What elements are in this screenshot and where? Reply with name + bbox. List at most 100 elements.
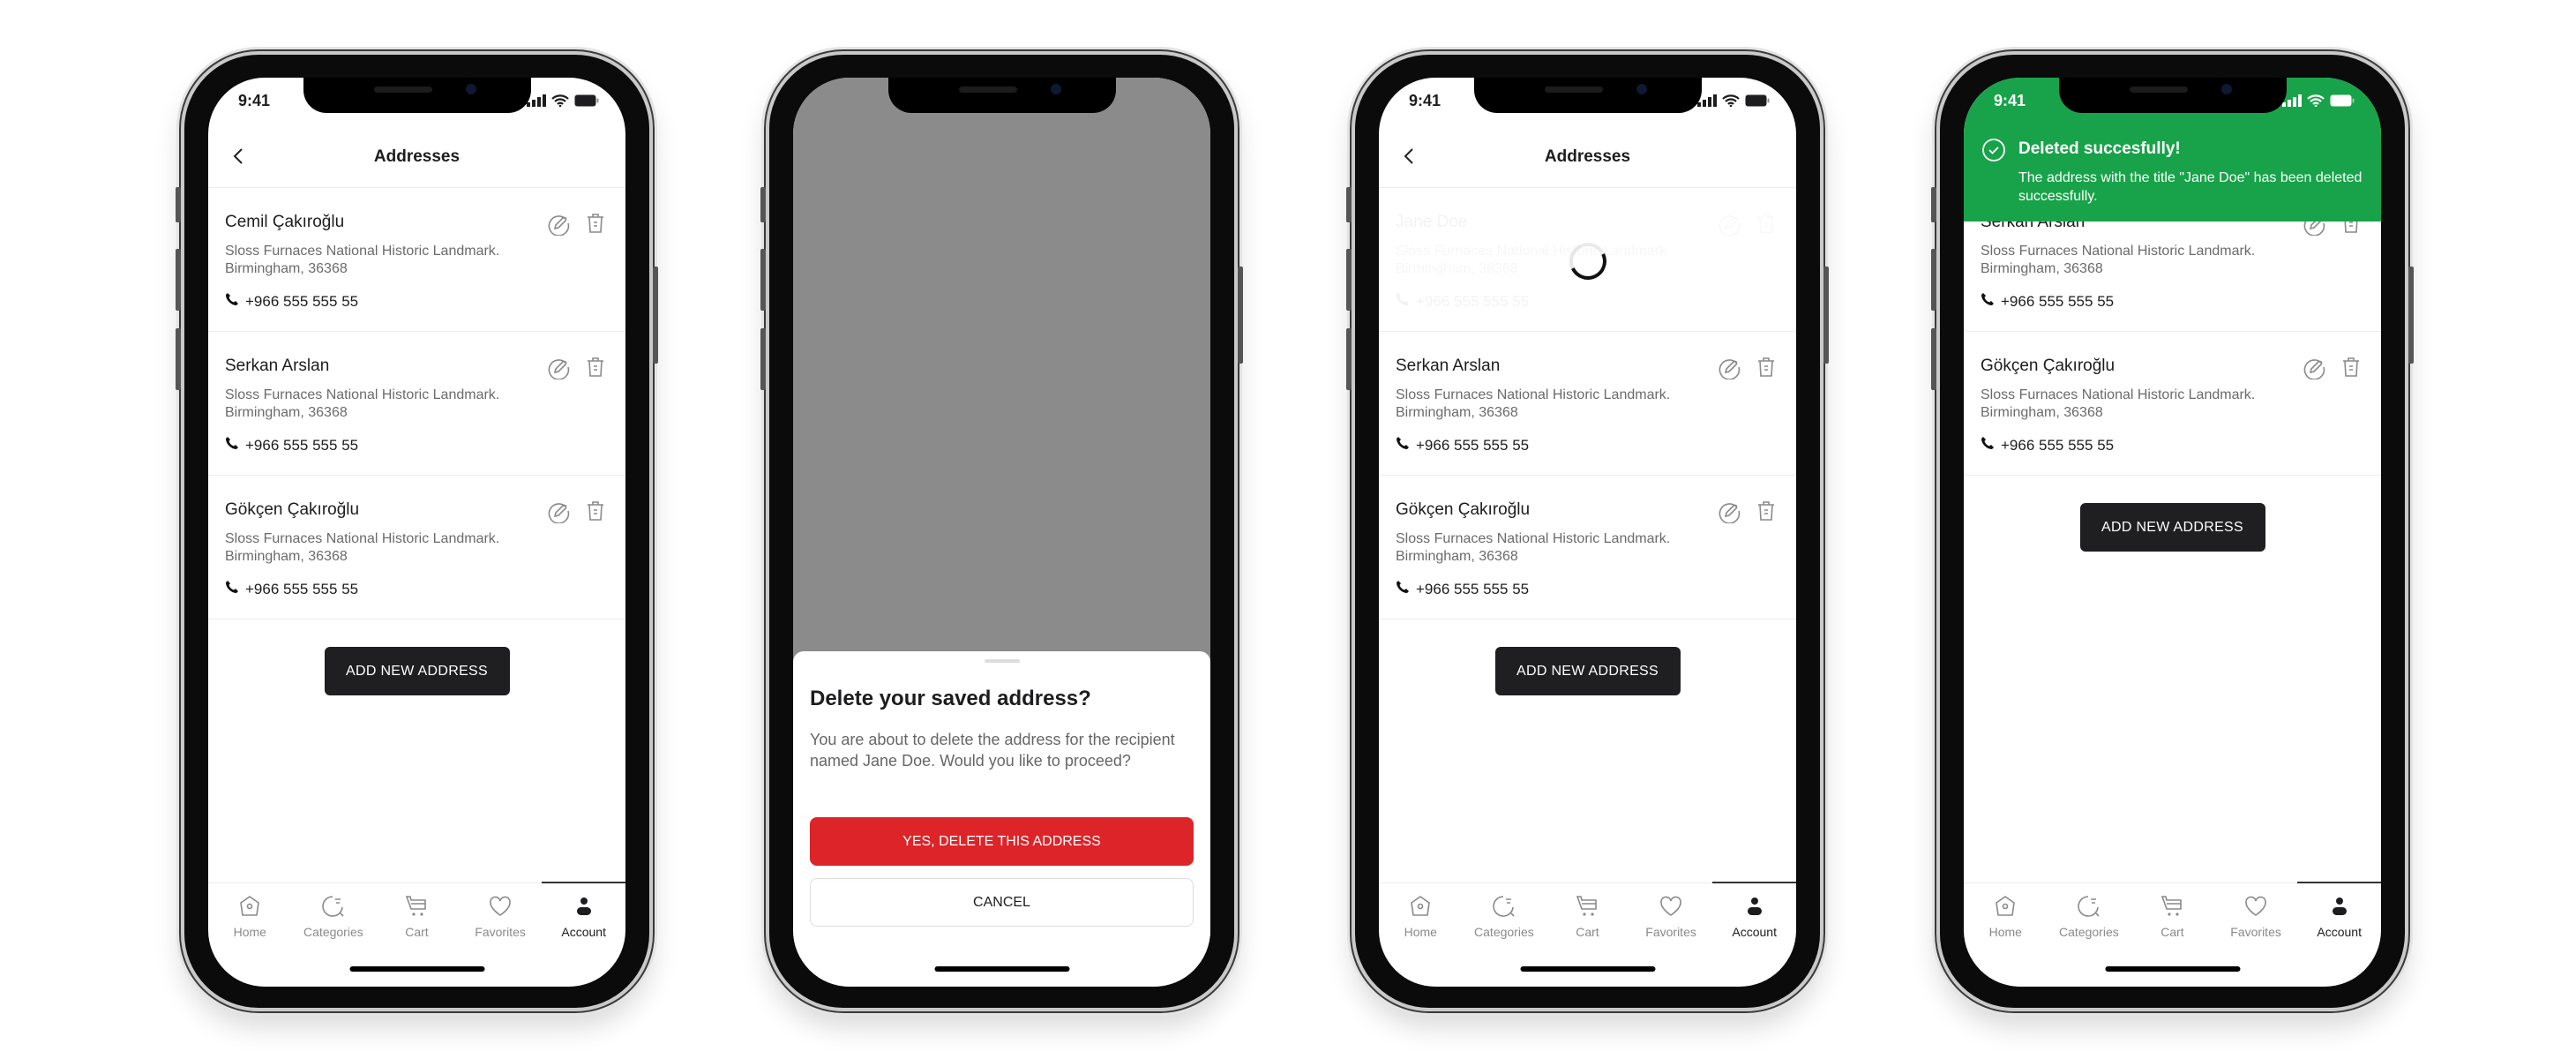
tab-home[interactable]: Home — [208, 883, 292, 953]
tab-label: Cart — [2160, 925, 2184, 939]
edit-address-button[interactable] — [2302, 355, 2326, 380]
tab-cart[interactable]: Cart — [2130, 883, 2214, 953]
address-card[interactable]: Serkan Arslan Sloss Furnaces National His… — [208, 332, 625, 476]
status-time: 9:41 — [1994, 92, 2026, 109]
dialog-body: You are about to delete the address for … — [810, 731, 1175, 770]
tab-cart[interactable]: Cart — [375, 883, 459, 953]
add-new-address-button[interactable]: ADD NEW ADDRESS — [2079, 503, 2265, 552]
tab-cart[interactable]: Cart — [1546, 883, 1629, 953]
home-icon — [1408, 894, 1433, 925]
edit-address-button[interactable] — [546, 355, 571, 380]
edit-address-button[interactable] — [546, 499, 571, 524]
status-time: 9:41 — [1409, 92, 1442, 109]
tab-favorites[interactable]: Favorites — [1629, 883, 1713, 953]
address-line-2: Birmingham, 36368 — [1396, 549, 1518, 564]
address-phone: +966 555 555 55 — [1396, 292, 1529, 311]
address-phone: +966 555 555 55 — [1396, 436, 1529, 454]
address-card[interactable]: Cemil Çakıroğlu Sloss Furnaces National H… — [208, 188, 625, 332]
confirm-delete-button[interactable]: YES, DELETE THIS ADDRESS — [810, 817, 1194, 866]
cancel-button[interactable]: CANCEL — [810, 878, 1194, 927]
address-name: Serkan Arslan — [1396, 357, 1501, 375]
tab-label: Cart — [1576, 925, 1599, 939]
heart-icon — [2243, 894, 2268, 925]
tab-favorites[interactable]: Favorites — [2214, 883, 2298, 953]
delete-address-button[interactable] — [583, 211, 608, 236]
tab-home[interactable]: Home — [1964, 883, 2048, 953]
tab-favorites[interactable]: Favorites — [459, 883, 543, 953]
bottom-tab-bar: Home Categories Cart Favorites Account — [1964, 882, 2381, 953]
signal-icon — [2282, 94, 2302, 111]
phone-icon — [1396, 580, 1410, 598]
edit-address-button[interactable] — [546, 211, 571, 237]
phone-icon — [1396, 436, 1410, 454]
address-card[interactable]: Gökçen Çakıroğlu Sloss Furnaces National … — [208, 476, 625, 620]
address-line-2: Birmingham, 36368 — [1396, 261, 1518, 276]
phone-icon — [225, 436, 239, 454]
side-button — [176, 249, 181, 311]
tab-account[interactable]: Account — [2297, 882, 2381, 953]
address-line-2: Birmingham, 36368 — [225, 549, 348, 564]
status-icons — [2282, 94, 2355, 111]
tab-account[interactable]: Account — [1712, 882, 1796, 953]
tab-categories[interactable]: Categories — [2048, 883, 2131, 953]
address-line-1: Sloss Furnaces National Historic Landmar… — [1981, 244, 2256, 259]
edit-address-button[interactable] — [1717, 355, 1741, 380]
address-name: Gökçen Çakıroğlu — [225, 500, 360, 519]
side-button — [1346, 187, 1352, 222]
camera — [2220, 84, 2232, 94]
sheet-handle[interactable] — [984, 659, 1020, 663]
add-new-address-button[interactable]: ADD NEW ADDRESS — [1494, 647, 1681, 695]
dialog-title: Delete your saved address? — [810, 687, 1091, 710]
home-indicator[interactable] — [1520, 966, 1655, 972]
address-card[interactable]: Gökçen Çakıroğlu Sloss Furnaces National … — [1379, 476, 1796, 620]
home-icon — [237, 894, 262, 925]
delete-address-button[interactable] — [1754, 355, 1778, 379]
cart-icon — [1575, 894, 1599, 925]
address-card[interactable]: Serkan Arslan Sloss Furnaces National His… — [1379, 332, 1796, 476]
speaker — [1544, 86, 1603, 93]
address-name: Gökçen Çakıroğlu — [1396, 500, 1531, 519]
tab-label: Home — [1988, 925, 2022, 939]
address-line-1: Sloss Furnaces National Historic Landmar… — [1981, 387, 2256, 402]
delete-address-button[interactable] — [2339, 355, 2363, 379]
home-indicator[interactable] — [349, 966, 484, 972]
home-indicator[interactable] — [2105, 966, 2240, 972]
edit-address-button[interactable] — [1717, 211, 1741, 237]
tab-label: Categories — [2059, 925, 2119, 939]
add-new-address-button[interactable]: ADD NEW ADDRESS — [324, 647, 510, 695]
address-name: Cemil Çakıroğlu — [225, 213, 345, 231]
phone-screen: 9:41 Addresses Jane Doe Sloss Furnaces Nati… — [1379, 78, 1796, 987]
side-button — [176, 187, 181, 222]
bottom-tab-bar: Home Categories Cart Favorites Account — [208, 882, 625, 953]
side-button — [2408, 267, 2414, 364]
home-indicator[interactable] — [934, 966, 1069, 972]
tab-categories[interactable]: Categories — [1463, 883, 1546, 953]
tab-label: Favorites — [2230, 925, 2281, 939]
delete-address-button[interactable] — [1754, 499, 1778, 523]
tab-account[interactable]: Account — [542, 882, 625, 953]
address-card[interactable]: Gökçen Çakıroğlu Sloss Furnaces National … — [1964, 332, 2381, 476]
phone-number: +966 555 555 55 — [2001, 292, 2115, 310]
phone-screen: Delete your saved address? You are about … — [793, 78, 1210, 987]
delete-address-button[interactable] — [583, 355, 608, 379]
bottom-tab-bar: Home Categories Cart Favorites Account — [1379, 882, 1796, 953]
delete-address-button[interactable] — [1754, 211, 1778, 236]
delete-address-button[interactable] — [583, 499, 608, 523]
address-line-1: Sloss Furnaces National Historic Landmar… — [1396, 531, 1671, 546]
phone-frame: 9:41 Addresses Jane Doe Sloss Furnaces Nati… — [1346, 51, 1829, 1011]
notch — [1473, 78, 1702, 113]
edit-address-button[interactable] — [1717, 499, 1741, 524]
camera — [465, 84, 476, 94]
battery-icon — [574, 94, 599, 111]
tab-categories[interactable]: Categories — [292, 883, 376, 953]
side-button — [760, 187, 766, 222]
tab-home[interactable]: Home — [1379, 883, 1463, 953]
side-button — [1931, 187, 1936, 222]
address-line-1: Sloss Furnaces National Historic Landmar… — [1396, 387, 1671, 402]
categories-icon — [2077, 894, 2101, 925]
address-card[interactable]: Jane Doe Sloss Furnaces National Historic… — [1379, 188, 1796, 332]
address-line-1: Sloss Furnaces National Historic Landmar… — [1396, 244, 1671, 259]
tab-label: Cart — [405, 925, 429, 939]
phone-number: +966 555 555 55 — [245, 436, 359, 454]
phone-frame: Delete your saved address? You are about … — [760, 51, 1243, 1011]
